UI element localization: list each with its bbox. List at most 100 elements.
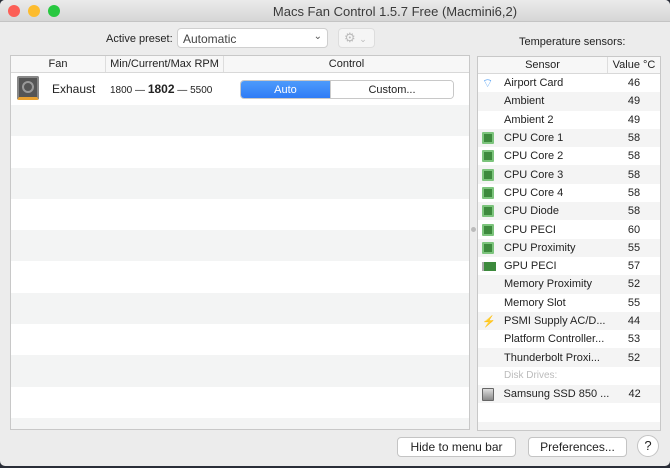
sensor-value: 52 [627, 351, 641, 364]
sensor-row[interactable]: CPU Core 2 58 [478, 147, 660, 165]
sensor-value: 55 [627, 296, 641, 309]
preferences-button[interactable]: Preferences... [528, 437, 627, 457]
hide-to-menu-bar-button[interactable]: Hide to menu bar [397, 437, 516, 457]
sensor-row[interactable]: CPU Proximity 55 [478, 238, 660, 257]
sensor-name: Airport Card [504, 77, 564, 90]
app-window: Macs Fan Control 1.5.7 Free (Macmini6,2)… [0, 0, 670, 466]
window-title: Macs Fan Control 1.5.7 Free (Macmini6,2) [272, 4, 518, 19]
sensor-value: 58 [627, 132, 641, 145]
gear-icon: ⚙ [344, 30, 356, 45]
column-control[interactable]: Control [224, 56, 469, 72]
sensor-value: 57 [627, 260, 641, 273]
custom-button[interactable]: Custom... [330, 81, 453, 98]
chip-icon [482, 168, 494, 181]
sensor-table: Sensor Value °C ⌔ Airport Card 46 Ambient 49… [477, 56, 661, 431]
fan-min-rpm: 1800 [110, 85, 133, 96]
sensor-name: GPU PECI [504, 260, 557, 273]
sensor-row[interactable]: ⚡ PSMI Supply AC/D... 44 [478, 311, 660, 331]
auto-button[interactable]: Auto [241, 81, 330, 98]
fan-rpm: 1800 — 1802 — 5500 [110, 82, 212, 96]
preset-select[interactable]: Automatic ⌄ [177, 28, 328, 48]
sensor-row[interactable]: ⌔ Airport Card 46 [478, 74, 660, 92]
sensor-name: CPU Proximity [504, 241, 576, 254]
sensor-row[interactable]: Memory Slot 55 [478, 294, 660, 312]
sensor-value: 49 [627, 95, 641, 108]
sensor-value: 55 [627, 241, 641, 254]
column-value[interactable]: Value °C [608, 57, 660, 73]
chip-icon [482, 132, 494, 145]
sensor-row[interactable]: CPU Core 4 58 [478, 184, 660, 202]
chip-icon [482, 186, 494, 199]
empty-row [478, 421, 660, 430]
sensor-name: CPU Diode [504, 205, 560, 218]
chevron-down-icon: ⌄ [313, 31, 322, 42]
sensor-name: CPU Core 1 [504, 132, 564, 145]
sensor-name: Platform Controller... [504, 333, 605, 346]
sensor-name: Samsung SSD 850 ... [503, 388, 610, 401]
sensor-name: CPU Core 3 [504, 168, 564, 181]
chip-icon [482, 241, 494, 254]
sensor-row[interactable]: Memory Proximity 52 [478, 275, 660, 294]
gpu-icon [482, 261, 496, 271]
sensor-name: Memory Proximity [504, 278, 593, 291]
sensor-name: Thunderbolt Proxi... [504, 351, 600, 364]
sensor-name: Ambient [504, 95, 545, 108]
fan-table-header: Fan Min/Current/Max RPM Control [11, 56, 469, 73]
sensor-name: Disk Drives: [504, 370, 558, 382]
sensor-value: 58 [627, 150, 641, 163]
sensor-row[interactable]: CPU Core 1 58 [478, 128, 660, 148]
sensor-value: 58 [627, 168, 641, 181]
help-button[interactable]: ? [637, 435, 659, 457]
fan-name: Exhaust [52, 82, 96, 96]
sensor-row[interactable]: Platform Controller... 53 [478, 330, 660, 348]
separator: — [177, 85, 188, 96]
title-bar: Macs Fan Control 1.5.7 Free (Macmini6,2) [0, 0, 670, 22]
active-preset-label: Active preset: [106, 33, 173, 45]
fan-icon [17, 76, 39, 100]
sensor-name: PSMI Supply AC/D... [504, 315, 606, 327]
wifi-icon: ⌔ [482, 75, 494, 90]
empty-row [478, 403, 660, 421]
sensor-row[interactable]: CPU PECI 60 [478, 220, 660, 238]
sensor-row[interactable]: GPU PECI 57 [478, 257, 660, 275]
fan-table: Fan Min/Current/Max RPM Control Exhaust … [10, 55, 470, 430]
preset-value: Automatic [183, 32, 237, 46]
sensor-row[interactable]: Thunderbolt Proxi... 52 [478, 348, 660, 367]
split-view-handle[interactable] [471, 227, 476, 232]
sensor-value: 49 [627, 113, 641, 126]
sensor-value: 46 [627, 77, 641, 90]
sensor-row[interactable]: Samsung SSD 850 ... 42 [478, 385, 660, 404]
sensor-name: CPU PECI [504, 223, 556, 236]
fan-current-rpm: 1802 [147, 82, 175, 96]
sensor-name: Ambient 2 [504, 113, 554, 126]
sensor-row[interactable]: Ambient 49 [478, 92, 660, 111]
column-rpm[interactable]: Min/Current/Max RPM [106, 56, 224, 72]
sensor-value: 60 [627, 223, 641, 236]
bolt-icon: ⚡ [482, 315, 496, 328]
fan-max-rpm: 5500 [190, 85, 213, 96]
fan-row[interactable]: Exhaust 1800 — 1802 — 5500 Auto Custom..… [11, 73, 469, 105]
fan-control-segmented: Auto Custom... [240, 80, 454, 99]
column-sensor[interactable]: Sensor [478, 57, 608, 73]
sensor-value: 52 [627, 278, 641, 291]
chip-icon [482, 205, 494, 218]
separator: — [135, 85, 146, 96]
sensor-row[interactable]: CPU Diode 58 [478, 202, 660, 221]
sensor-row[interactable]: Ambient 2 49 [478, 111, 660, 129]
disk-icon [482, 387, 494, 401]
sensor-value: 44 [627, 315, 641, 327]
chevron-down-icon: ⌄ [359, 34, 367, 44]
sensor-group-header: Disk Drives: [478, 367, 660, 385]
gear-menu-button[interactable]: ⚙ ⌄ [338, 28, 375, 48]
column-fan[interactable]: Fan [11, 56, 106, 72]
sensor-rows: ⌔ Airport Card 46 Ambient 49 Ambient 2 49 CPU C… [478, 74, 660, 430]
sensor-value: 42 [628, 388, 641, 401]
sensor-table-header: Sensor Value °C [478, 57, 660, 74]
sensors-title: Temperature sensors: [519, 36, 626, 48]
sensor-value: 53 [627, 333, 641, 346]
sensor-row[interactable]: CPU Core 3 58 [478, 165, 660, 184]
sensor-name: CPU Core 2 [504, 150, 564, 163]
sensor-value: 58 [627, 205, 641, 218]
fan-table-empty-rows [11, 105, 469, 429]
sensor-name: Memory Slot [504, 296, 566, 309]
